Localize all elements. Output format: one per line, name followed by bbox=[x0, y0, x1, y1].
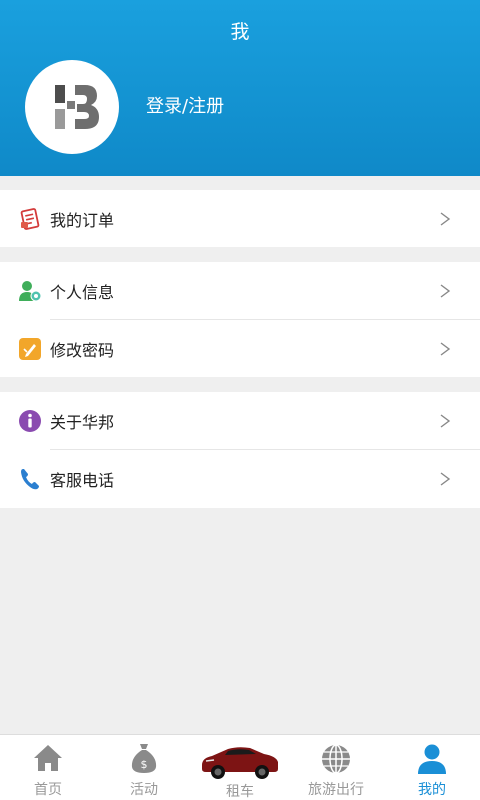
menu-item-customer-service[interactable]: 客服电话 bbox=[0, 450, 480, 507]
tab-home[interactable]: 首页 bbox=[0, 735, 96, 800]
login-register-link[interactable]: 登录/注册 bbox=[146, 92, 224, 118]
menu-item-change-password[interactable]: 修改密码 bbox=[0, 320, 480, 377]
tab-car-rental[interactable]: 租车 bbox=[192, 735, 288, 800]
tab-label: 我的 bbox=[418, 782, 446, 798]
phone-icon bbox=[21, 468, 39, 489]
bottom-tab-bar: 首页 $ 活动 租车 旅游出行 我的 bbox=[0, 734, 480, 800]
profile-header: 我 登录/注册 bbox=[0, 0, 480, 176]
tab-label: 首页 bbox=[34, 782, 62, 798]
chevron-right-icon bbox=[440, 341, 451, 356]
menu-item-about[interactable]: 关于华邦 bbox=[0, 392, 480, 449]
globe-icon bbox=[322, 744, 350, 774]
menu-item-label: 我的订单 bbox=[50, 210, 115, 230]
chevron-right-icon bbox=[440, 283, 451, 298]
tab-label: 活动 bbox=[130, 782, 158, 798]
menu-group-orders: 我的订单 bbox=[0, 190, 480, 247]
tab-mine[interactable]: 我的 bbox=[384, 735, 480, 800]
menu-item-label: 客服电话 bbox=[50, 470, 115, 490]
page-title: 我 bbox=[230, 21, 250, 43]
info-icon bbox=[19, 409, 41, 432]
home-icon bbox=[34, 745, 62, 771]
menu-item-label: 个人信息 bbox=[50, 282, 115, 302]
tab-travel[interactable]: 旅游出行 bbox=[288, 735, 384, 800]
tab-activities[interactable]: $ 活动 bbox=[96, 735, 192, 800]
avatar[interactable] bbox=[25, 60, 119, 154]
tab-label: 租车 bbox=[226, 784, 254, 800]
tab-label: 旅游出行 bbox=[308, 782, 364, 798]
change-password-icon bbox=[19, 337, 41, 360]
menu-item-label: 关于华邦 bbox=[50, 412, 115, 432]
user-icon bbox=[418, 744, 446, 774]
chevron-right-icon bbox=[440, 413, 451, 428]
menu-item-label: 修改密码 bbox=[50, 340, 115, 360]
personal-info-icon bbox=[19, 280, 42, 301]
car-icon bbox=[202, 747, 278, 779]
menu-group-about: 关于华邦 客服电话 bbox=[0, 392, 480, 508]
orders-icon bbox=[20, 207, 40, 230]
chevron-right-icon bbox=[440, 211, 451, 226]
brand-logo-icon bbox=[55, 85, 99, 129]
chevron-right-icon bbox=[440, 471, 451, 486]
money-bag-icon: $ bbox=[131, 744, 157, 773]
svg-text:$: $ bbox=[141, 758, 148, 771]
menu-group-account: 个人信息 修改密码 bbox=[0, 262, 480, 377]
menu-item-personal-info[interactable]: 个人信息 bbox=[0, 262, 480, 319]
menu-item-orders[interactable]: 我的订单 bbox=[0, 190, 480, 247]
